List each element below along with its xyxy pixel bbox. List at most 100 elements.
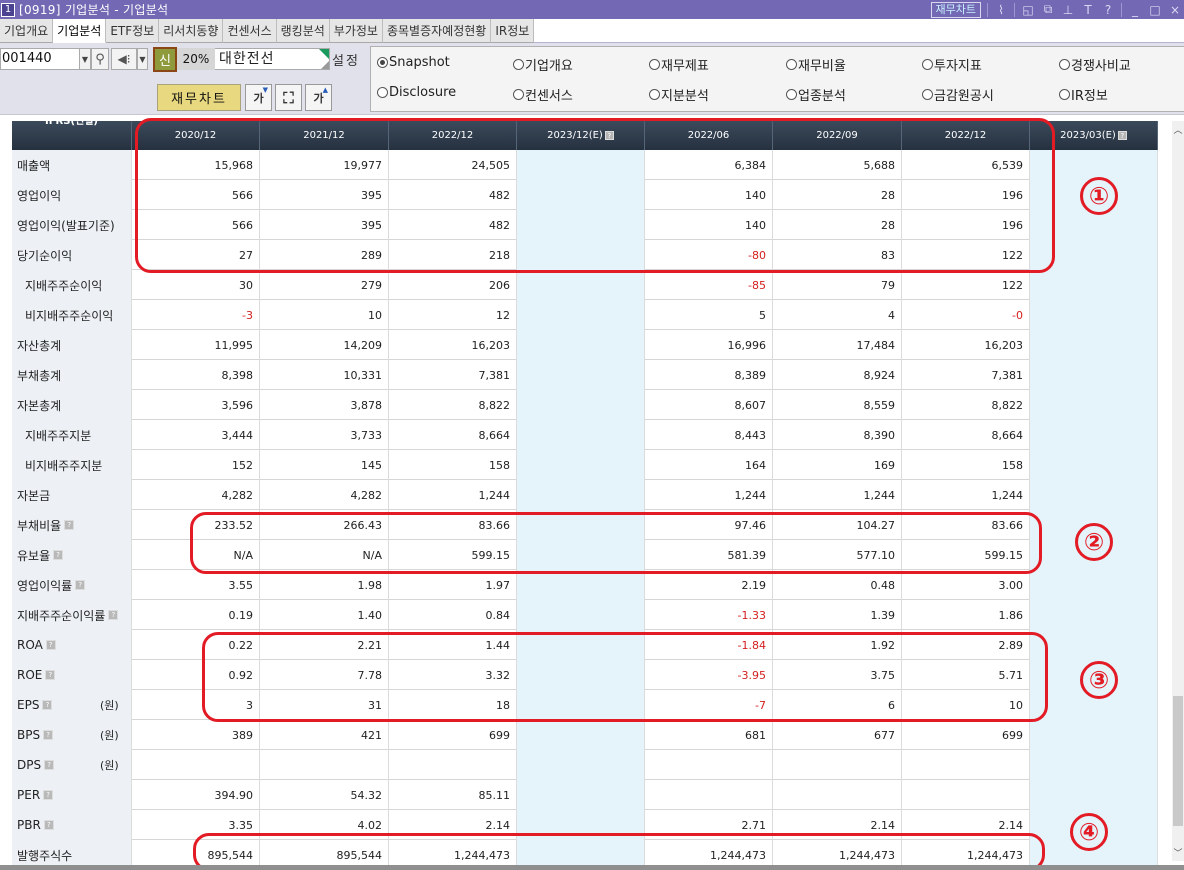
row-unit: (원) [100, 729, 119, 742]
table-cell [645, 780, 773, 810]
radio-option-3[interactable]: 재무비율 [786, 55, 846, 74]
table-cell: 79 [773, 270, 902, 300]
radio-label: 투자지표 [934, 59, 982, 74]
table-cell [773, 750, 902, 780]
stock-code-input[interactable]: 001440 [0, 48, 80, 70]
help-icon[interactable]: ? [53, 550, 64, 560]
row-label-cell: 당기순이익 [12, 240, 132, 270]
tab-8[interactable]: IR정보 [491, 19, 535, 43]
table-cell: 27 [132, 240, 260, 270]
radio-option-5[interactable]: 경쟁사비교 [1059, 55, 1131, 74]
help-icon[interactable]: ? [108, 610, 119, 620]
help-icon[interactable]: ? [64, 520, 75, 530]
radio-option-9[interactable]: 업종분석 [786, 85, 846, 104]
radio-option-2[interactable]: 재무제표 [649, 55, 709, 74]
fit-screen-button[interactable]: ⛶ [275, 84, 302, 111]
tab-4[interactable]: 컨센서스 [223, 19, 277, 43]
table-cell: 2.89 [902, 630, 1030, 660]
minimize-icon[interactable]: _ [1128, 3, 1142, 17]
radio-option-4[interactable]: 투자지표 [922, 55, 982, 74]
font-increase-button[interactable]: 가 ▲ [305, 84, 332, 111]
table-row: PBR? 3.35 4.02 2.14 2.71 2.14 2.14 [12, 810, 1158, 840]
financial-chart-button[interactable]: 재무차트 [157, 84, 241, 111]
row-label: 영업이익률 [17, 578, 73, 593]
table-cell: 1.98 [260, 570, 389, 600]
stock-name: 대한전선 [219, 51, 275, 67]
help-icon[interactable]: ? [43, 790, 54, 800]
table-cell: 0.92 [132, 660, 260, 690]
row-label: 자본총계 [17, 398, 62, 413]
table-cell [517, 210, 645, 240]
tab-5[interactable]: 랭킹분석 [276, 19, 330, 43]
radio-option-1[interactable]: 기업개요 [513, 55, 573, 74]
radio-icon [922, 89, 933, 100]
scroll-down-icon[interactable]: ﹀ [1172, 846, 1184, 859]
help-icon[interactable]: ? [1101, 3, 1115, 17]
search-button[interactable]: ⚲ [91, 48, 109, 70]
close-icon[interactable]: × [1168, 3, 1182, 17]
scroll-up-icon[interactable]: ︿ [1172, 123, 1184, 136]
radio-option-7[interactable]: 컨센서스 [513, 85, 573, 104]
text-icon[interactable]: T [1081, 3, 1095, 17]
font-decrease-button[interactable]: 가 ▼ [245, 84, 272, 111]
tab-6[interactable]: 부가정보 [329, 19, 383, 43]
row-label-cell: 비지배주주지분 [12, 450, 132, 480]
table-cell: 169 [773, 450, 902, 480]
sound-dropdown[interactable]: ▼ [137, 48, 148, 70]
help-icon[interactable]: ? [1117, 131, 1127, 140]
table-cell: 8,443 [645, 420, 773, 450]
row-label: 지배주주지분 [25, 428, 92, 443]
annotation-number-2: ② [1075, 523, 1113, 561]
table-cell: -85 [645, 270, 773, 300]
sound-button[interactable]: ◀⁝ [111, 48, 137, 70]
tab-0[interactable]: 기업개요 [0, 19, 54, 43]
radio-option-0[interactable]: Snapshot [377, 55, 450, 70]
radio-option-11[interactable]: IR정보 [1059, 85, 1108, 104]
maximize-icon[interactable]: □ [1148, 3, 1162, 17]
window-number-badge: 1 [1, 2, 15, 17]
table-cell: 3,733 [260, 420, 389, 450]
table-cell: 15,968 [132, 150, 260, 180]
pin-icon[interactable]: ⊥ [1061, 3, 1075, 17]
tab-3[interactable]: 리서치동향 [159, 19, 224, 43]
help-icon[interactable]: ? [43, 730, 54, 740]
help-icon[interactable]: ? [604, 131, 614, 140]
table-cell: 233.52 [132, 510, 260, 540]
tab-7[interactable]: 종목별증자예정현황 [382, 19, 492, 43]
help-icon[interactable]: ? [43, 820, 54, 830]
table-cell: 85.11 [389, 780, 517, 810]
stock-name-field[interactable]: 대한전선 [215, 48, 330, 70]
help-icon[interactable]: ? [45, 670, 56, 680]
row-label: 당기순이익 [17, 248, 73, 263]
row-label-cell: 매출액 [12, 150, 132, 180]
window-icon[interactable]: ⧉ [1041, 2, 1055, 17]
table-cell: 16,203 [902, 330, 1030, 360]
stock-code-dropdown[interactable]: ▼ [79, 48, 91, 70]
table-cell: 158 [902, 450, 1030, 480]
financial-chart-title-button[interactable]: 재무차트 [930, 1, 981, 18]
vertical-scrollbar[interactable]: ︿ ﹀ [1172, 121, 1184, 861]
help-icon[interactable]: ? [44, 760, 55, 770]
separator [1121, 2, 1122, 17]
table-header: IFRS(연결) 2020/12 2021/12 2022/12 2023/12(E)?… [12, 121, 1158, 150]
chart-icon[interactable]: ⌇ [994, 3, 1008, 17]
tab-2[interactable]: ETF정보 [106, 19, 160, 43]
table-cell: 122 [902, 240, 1030, 270]
table-cell: -0 [902, 300, 1030, 330]
radio-option-8[interactable]: 지분분석 [649, 85, 709, 104]
table-cell: 4,282 [132, 480, 260, 510]
settings-link[interactable]: 설정 [332, 50, 360, 69]
tab-1[interactable]: 기업분석 [53, 19, 107, 43]
table-cell [1030, 480, 1158, 510]
table-cell: 4,282 [260, 480, 389, 510]
help-icon[interactable]: ? [75, 580, 86, 590]
scroll-thumb[interactable] [1173, 696, 1183, 826]
radio-option-6[interactable]: Disclosure [377, 85, 456, 100]
layout-icon[interactable]: ◱ [1021, 3, 1035, 17]
radio-option-10[interactable]: 금감원공시 [922, 85, 994, 104]
help-icon[interactable]: ? [42, 700, 53, 710]
table-cell: 3 [132, 690, 260, 720]
help-icon[interactable]: ? [45, 640, 56, 650]
radio-icon [377, 87, 388, 98]
table-cell: 11,995 [132, 330, 260, 360]
